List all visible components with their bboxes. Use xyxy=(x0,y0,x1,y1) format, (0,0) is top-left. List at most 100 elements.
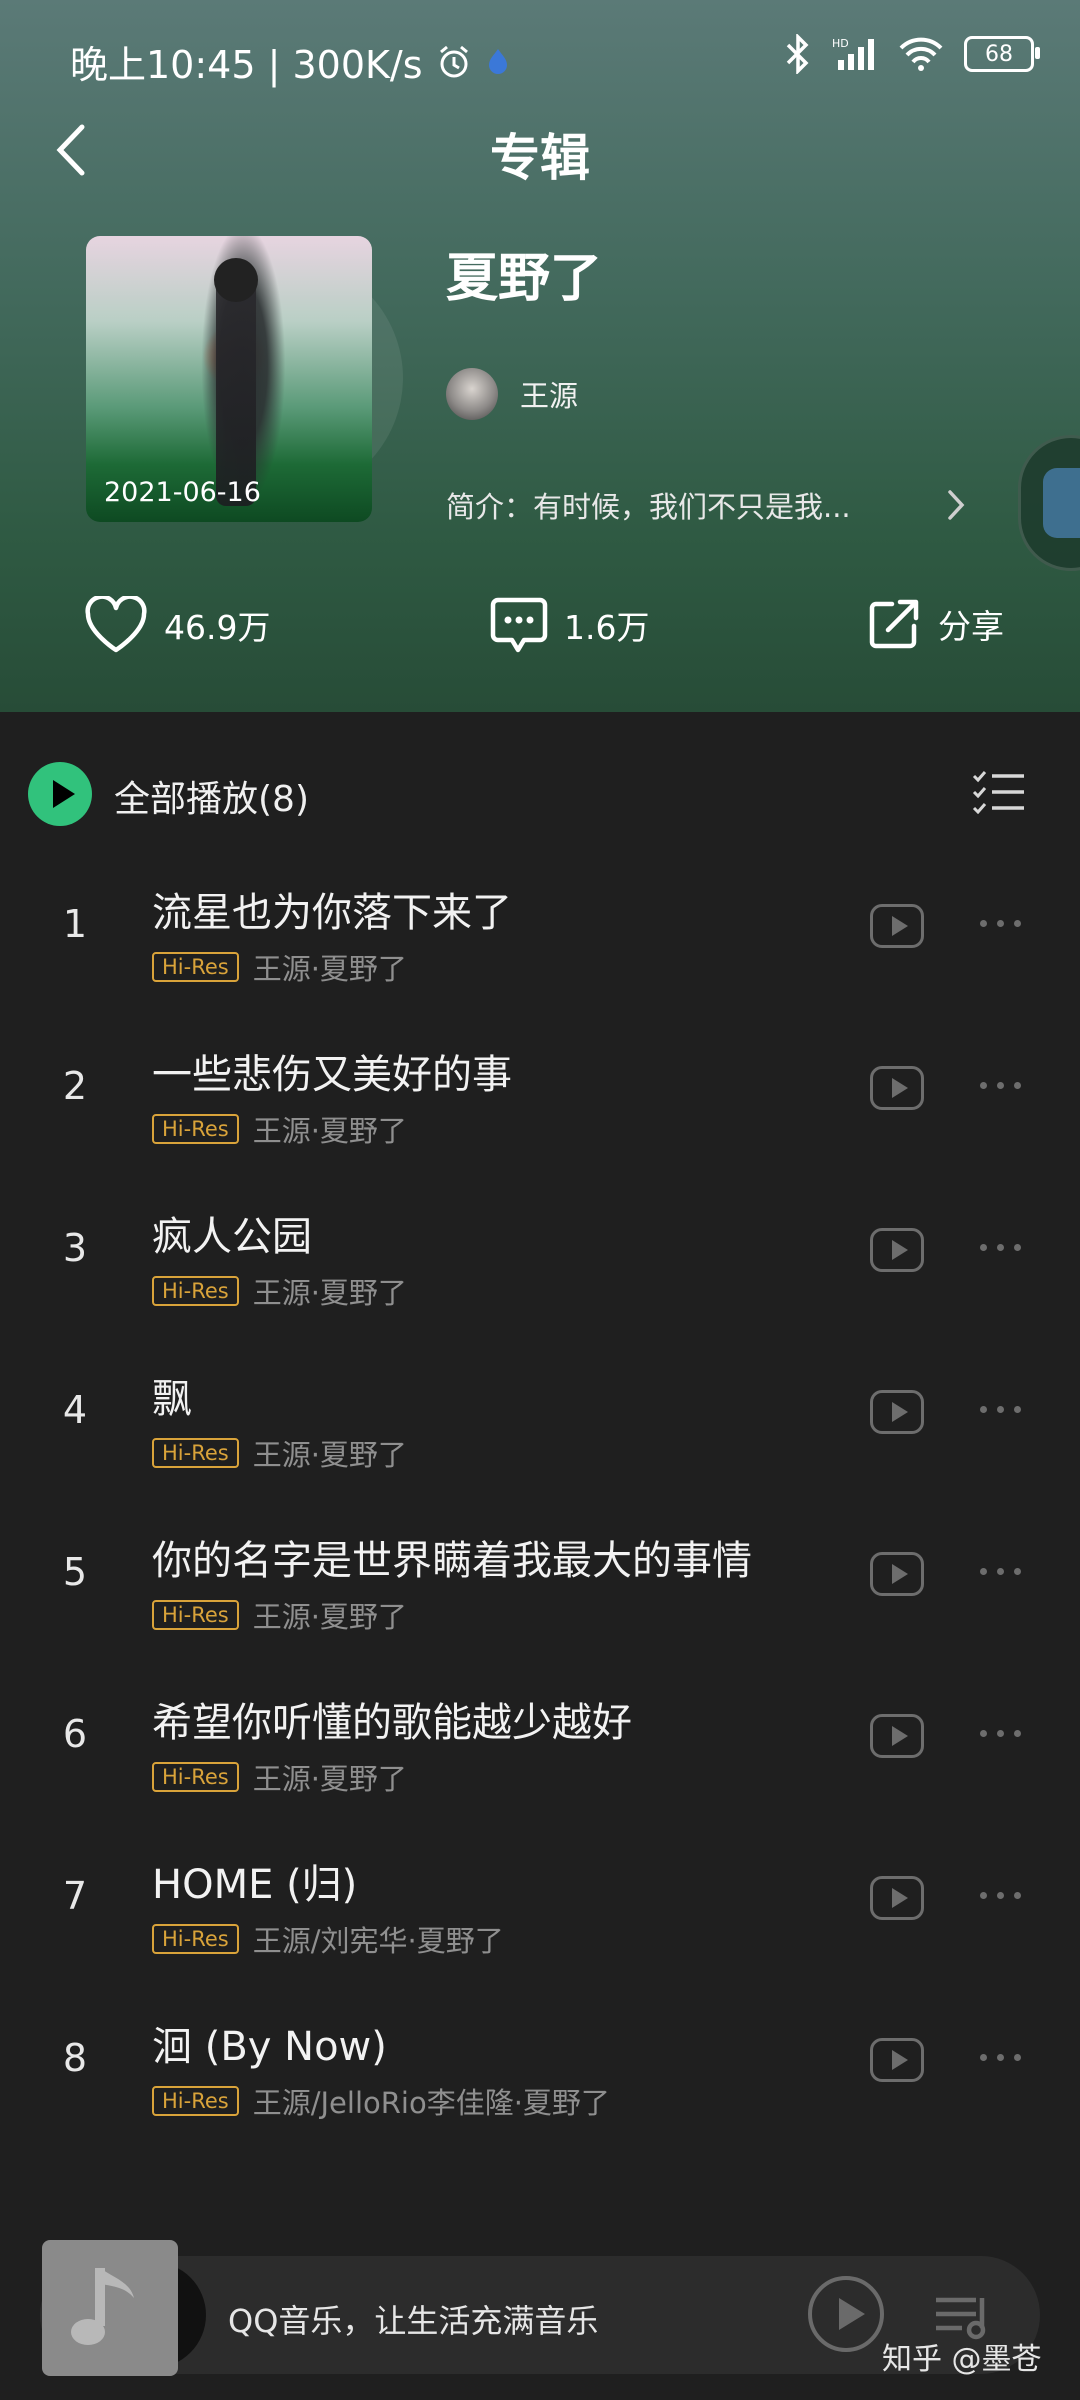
mini-player-play-button[interactable] xyxy=(808,2276,884,2352)
song-index: 8 xyxy=(62,2036,88,2080)
mv-play-icon[interactable] xyxy=(870,1876,924,1920)
app-notification-icon xyxy=(488,48,507,74)
more-options-button[interactable] xyxy=(980,1730,1021,1737)
mv-play-icon[interactable] xyxy=(870,1066,924,1110)
mv-play-icon[interactable] xyxy=(870,904,924,948)
song-title: 你的名字是世界瞒着我最大的事情 xyxy=(152,1538,752,1584)
artist-name: 王源 xyxy=(520,379,579,413)
mv-play-icon[interactable] xyxy=(870,1228,924,1272)
song-row[interactable]: 7 HOME (归) Hi-Res 王源/刘宪华·夏野了 xyxy=(0,1826,1080,1988)
mv-play-icon[interactable] xyxy=(870,1714,924,1758)
mv-play-icon[interactable] xyxy=(870,1552,924,1596)
like-button[interactable]: 46.9万 xyxy=(84,596,270,654)
signal-icon: HD xyxy=(832,37,874,70)
song-row[interactable]: 8 洄 (By Now) Hi-Res 王源/JelloRio李佳隆·夏野了 xyxy=(0,1988,1080,2150)
more-options-button[interactable] xyxy=(980,1892,1021,1899)
play-all-button[interactable] xyxy=(28,762,92,826)
dot-icon xyxy=(997,1730,1004,1737)
hires-badge: Hi-Res xyxy=(152,1924,239,1954)
song-index: 5 xyxy=(62,1550,88,1594)
song-row[interactable]: 1 流星也为你落下来了 Hi-Res 王源·夏野了 xyxy=(0,854,1080,1016)
song-row[interactable]: 5 你的名字是世界瞒着我最大的事情 Hi-Res 王源·夏野了 xyxy=(0,1502,1080,1664)
status-left: 晚上10:45 | 300K/s xyxy=(70,34,511,89)
song-artist-album: 王源·夏野了 xyxy=(252,1762,407,1796)
heart-icon xyxy=(85,596,147,653)
artist-link[interactable]: 王源 xyxy=(446,368,578,420)
play-all-row: 全部播放(8) xyxy=(0,762,1080,826)
dot-icon xyxy=(1014,1730,1021,1737)
album-header: 晚上10:45 | 300K/s HD 68 专辑 2021-06-16 夏野了… xyxy=(0,0,1080,712)
song-row[interactable]: 2 一些悲伤又美好的事 Hi-Res 王源·夏野了 xyxy=(0,1016,1080,1178)
song-title: 飘 xyxy=(152,1376,192,1422)
song-meta: Hi-Res 王源·夏野了 xyxy=(152,1108,407,1150)
dot-icon xyxy=(980,1568,987,1575)
dot-icon xyxy=(997,2054,1004,2061)
dot-icon xyxy=(1014,1244,1021,1251)
album-title: 夏野了 xyxy=(446,249,603,309)
mv-play-icon[interactable] xyxy=(870,1390,924,1434)
album-intro[interactable]: 简介：有时候，我们不只是我... xyxy=(446,484,966,526)
share-button[interactable]: 分享 xyxy=(866,596,1004,652)
battery-indicator: 68 xyxy=(964,36,1040,72)
chevron-right-icon xyxy=(948,490,965,520)
song-artist-album: 王源·夏野了 xyxy=(252,952,407,986)
wifi-icon xyxy=(899,37,943,71)
song-meta: Hi-Res 王源·夏野了 xyxy=(152,1432,407,1474)
more-options-button[interactable] xyxy=(980,1406,1021,1413)
svg-text:HD: HD xyxy=(832,37,849,50)
song-artist-album: 王源·夏野了 xyxy=(252,1600,407,1634)
song-title: 洄 (By Now) xyxy=(152,2024,387,2070)
comment-button[interactable]: 1.6万 xyxy=(490,596,649,654)
bluetooth-icon xyxy=(786,34,809,74)
floating-widget[interactable] xyxy=(1018,435,1080,571)
song-artist-album: 王源·夏野了 xyxy=(252,1276,407,1310)
status-bar: 晚上10:45 | 300K/s HD 68 xyxy=(0,0,1080,116)
song-index: 3 xyxy=(62,1226,88,1270)
song-meta: Hi-Res 王源·夏野了 xyxy=(152,1270,407,1312)
dot-icon xyxy=(997,1568,1004,1575)
hires-badge: Hi-Res xyxy=(152,1600,239,1630)
more-options-button[interactable] xyxy=(980,1082,1021,1089)
song-meta: Hi-Res 王源·夏野了 xyxy=(152,946,407,988)
hires-badge: Hi-Res xyxy=(152,1762,239,1792)
song-row[interactable]: 6 希望你听懂的歌能越少越好 Hi-Res 王源·夏野了 xyxy=(0,1664,1080,1826)
more-options-button[interactable] xyxy=(980,1568,1021,1575)
intro-text: 简介：有时候，我们不只是我... xyxy=(446,490,851,524)
album-cover[interactable]: 2021-06-16 xyxy=(86,236,372,522)
dot-icon xyxy=(1014,920,1021,927)
song-meta: Hi-Res 王源·夏野了 xyxy=(152,1756,407,1798)
dot-icon xyxy=(1014,1082,1021,1089)
song-artist-album: 王源·夏野了 xyxy=(252,1114,407,1148)
song-row[interactable]: 3 疯人公园 Hi-Res 王源·夏野了 xyxy=(0,1178,1080,1340)
hires-badge: Hi-Res xyxy=(152,1114,239,1144)
cover-figure-head xyxy=(214,258,258,302)
play-all-label[interactable]: 全部播放(8) xyxy=(114,770,309,822)
song-title: 流星也为你落下来了 xyxy=(152,890,512,936)
more-options-button[interactable] xyxy=(980,1244,1021,1251)
mini-player-text: QQ音乐，让生活充满音乐 xyxy=(228,2302,599,2340)
status-right: HD 68 xyxy=(784,34,1040,74)
status-time: 晚上10:45 | 300K/s xyxy=(70,43,423,87)
dot-icon xyxy=(997,1082,1004,1089)
comment-icon xyxy=(490,597,548,653)
hires-badge: Hi-Res xyxy=(152,952,239,982)
song-meta: Hi-Res 王源/JelloRio李佳隆·夏野了 xyxy=(152,2080,610,2122)
song-artist-album: 王源/刘宪华·夏野了 xyxy=(252,1924,504,1958)
mini-player-cover[interactable] xyxy=(42,2240,178,2376)
artist-avatar xyxy=(446,368,498,420)
dot-icon xyxy=(980,1730,987,1737)
floating-widget-icon xyxy=(1043,468,1080,538)
multi-select-button[interactable] xyxy=(972,770,1026,818)
more-options-button[interactable] xyxy=(980,2054,1021,2061)
song-row[interactable]: 4 飘 Hi-Res 王源·夏野了 xyxy=(0,1340,1080,1502)
page-title: 专辑 xyxy=(490,129,590,187)
checklist-icon xyxy=(972,771,1024,815)
song-index: 7 xyxy=(62,1874,88,1918)
more-options-button[interactable] xyxy=(980,920,1021,927)
song-title: 一些悲伤又美好的事 xyxy=(152,1052,512,1098)
mv-play-icon[interactable] xyxy=(870,2038,924,2082)
like-count: 46.9万 xyxy=(164,608,271,647)
song-title: 疯人公园 xyxy=(152,1214,312,1260)
battery-level: 68 xyxy=(985,41,1013,67)
song-title: 希望你听懂的歌能越少越好 xyxy=(152,1700,632,1746)
